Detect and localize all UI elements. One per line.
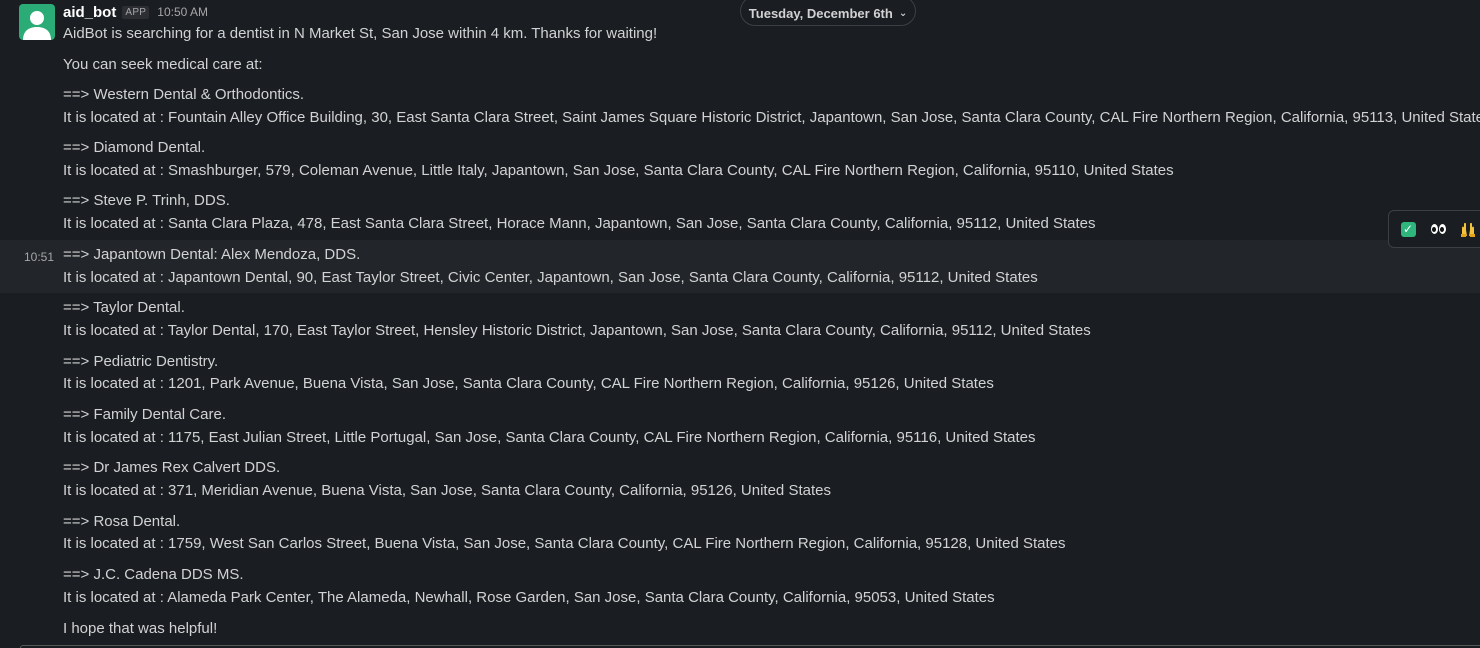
result-address: It is located at : 1201, Park Avenue, Bu… (63, 375, 994, 392)
hover-timestamp[interactable]: 10:51 (24, 250, 54, 264)
message-header: aid_bot APP 10:50 AM (63, 2, 208, 22)
result-name: ==> J.C. Cadena DDS MS. (63, 566, 244, 583)
sender-name[interactable]: aid_bot (63, 4, 116, 21)
lead-text: You can seek medical care at: (63, 56, 263, 73)
quick-reaction-bar: ✓ (1388, 210, 1480, 248)
result-address: It is located at : Japantown Dental, 90,… (63, 269, 1038, 286)
result-address: It is located at : 1759, West San Carlos… (63, 535, 1066, 552)
message-timestamp[interactable]: 10:50 AM (157, 5, 208, 19)
intro-text: AidBot is searching for a dentist in N M… (63, 25, 658, 42)
result-address: It is located at : 1175, East Julian Str… (63, 429, 1036, 446)
react-raised-hands-button[interactable] (1455, 216, 1480, 242)
result-address: It is located at : Fountain Alley Office… (63, 109, 1480, 126)
person-icon (23, 11, 51, 40)
result-name: ==> Rosa Dental. (63, 513, 181, 530)
react-eyes-button[interactable] (1425, 216, 1451, 242)
date-label: Tuesday, December 6th (748, 5, 893, 21)
avatar[interactable] (19, 4, 55, 40)
date-divider-button[interactable]: Tuesday, December 6th ⌄ (740, 0, 916, 26)
outro-text: I hope that was helpful! (63, 620, 218, 637)
result-name: ==> Japantown Dental: Alex Mendoza, DDS. (63, 246, 361, 263)
app-badge: APP (122, 5, 150, 19)
result-name: ==> Steve P. Trinh, DDS. (63, 192, 230, 209)
result-address: It is located at : Santa Clara Plaza, 47… (63, 215, 1096, 232)
message-pane: 10:51 aid_bot APP 10:50 AM Tuesday, Dece… (0, 0, 1480, 648)
result-address: It is located at : Smashburger, 579, Col… (63, 162, 1174, 179)
result-name: ==> Dr James Rex Calvert DDS. (63, 459, 281, 476)
white-check-mark-icon: ✓ (1400, 221, 1416, 237)
result-name: ==> Western Dental & Orthodontics. (63, 86, 305, 103)
result-address: It is located at : Taylor Dental, 170, E… (63, 322, 1091, 339)
result-address: It is located at : Alameda Park Center, … (63, 589, 995, 606)
eyes-icon (1430, 224, 1446, 234)
raised-hands-icon (1461, 222, 1475, 237)
react-check-button[interactable]: ✓ (1395, 216, 1421, 242)
result-name: ==> Pediatric Dentistry. (63, 353, 219, 370)
result-name: ==> Family Dental Care. (63, 406, 226, 423)
chevron-down-icon: ⌄ (898, 7, 908, 19)
result-name: ==> Diamond Dental. (63, 139, 206, 156)
result-name: ==> Taylor Dental. (63, 299, 185, 316)
result-address: It is located at : 371, Meridian Avenue,… (63, 482, 831, 499)
